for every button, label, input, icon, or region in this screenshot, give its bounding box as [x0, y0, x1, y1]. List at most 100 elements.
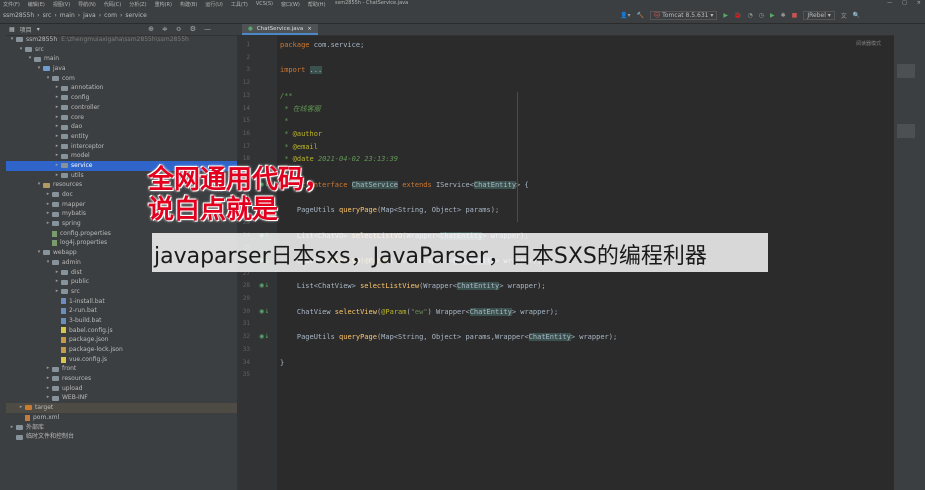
chevron-right-icon[interactable]: ▸ [44, 384, 52, 394]
chevron-right-icon[interactable]: ▸ [44, 200, 52, 210]
tree-item[interactable]: 3-build.bat [6, 316, 237, 326]
debug-icon[interactable]: 🐞 [734, 12, 741, 19]
menu-item[interactable]: 运行(U) [205, 1, 223, 8]
user-icon[interactable]: 👤▾ [620, 12, 630, 19]
profile-icon[interactable]: ◷ [759, 12, 764, 19]
implemented-icon[interactable]: ◉↓ [259, 308, 269, 315]
chevron-right-icon[interactable]: ▸ [44, 190, 52, 200]
chevron-down-icon[interactable]: ▾ [35, 248, 43, 258]
chevron-right-icon[interactable]: ▸ [8, 423, 16, 433]
menu-item[interactable]: 视图(V) [53, 1, 70, 8]
minimize-window-icon[interactable]: — [887, 0, 892, 6]
breadcrumb-item[interactable]: service [125, 12, 147, 19]
tree-item[interactable]: package.json [6, 335, 237, 345]
chevron-right-icon[interactable]: ▸ [53, 83, 61, 93]
chevron-right-icon[interactable]: ▸ [53, 142, 61, 152]
close-icon[interactable]: × [307, 26, 312, 32]
database-icon[interactable] [897, 124, 915, 138]
implemented-icon[interactable]: ◉↓ [259, 333, 269, 340]
tab-chatservice[interactable]: ● ChatService.java × [242, 24, 318, 35]
project-panel-title[interactable]: 项目 [20, 25, 32, 34]
tree-item[interactable]: ▸ controller [6, 103, 237, 113]
chevron-right-icon[interactable]: ▸ [53, 171, 61, 181]
chevron-right-icon[interactable]: ▸ [53, 122, 61, 132]
menu-item[interactable]: 文件(F) [3, 1, 20, 8]
menu-item[interactable]: 帮助(H) [308, 1, 326, 8]
menu-item[interactable]: VCS(S) [256, 1, 273, 7]
tree-item[interactable]: ▾ com [6, 74, 237, 84]
collapse-icon[interactable]: ≑ [162, 25, 168, 33]
chevron-right-icon[interactable]: ▸ [53, 132, 61, 142]
chevron-down-icon[interactable]: ▾ [8, 35, 16, 45]
tree-item[interactable]: ▸ WEB-INF [6, 393, 237, 403]
chevron-down-icon[interactable]: ▾ [35, 180, 43, 190]
tree-item[interactable]: ▸ interceptor [6, 142, 237, 152]
tree-item[interactable]: ▸ front [6, 364, 237, 374]
menu-item[interactable]: 构建(B) [180, 1, 197, 8]
breadcrumb-item[interactable]: java [83, 12, 96, 19]
chevron-right-icon[interactable]: ▸ [53, 113, 61, 123]
minimize-icon[interactable]: — [204, 25, 211, 33]
reader-mode-hint[interactable]: 阅读器模式 [856, 40, 881, 47]
tree-item[interactable]: ▸ core [6, 113, 237, 123]
tree-item[interactable]: pom.xml [6, 413, 237, 423]
tree-item[interactable]: ▸ config [6, 93, 237, 103]
tree-item[interactable]: ▸ dao [6, 122, 237, 132]
chevron-right-icon[interactable]: ▸ [44, 374, 52, 384]
tree-item[interactable]: ▸ target [6, 403, 237, 413]
tree-item[interactable]: ▸ public [6, 277, 237, 287]
maven-icon[interactable] [897, 64, 915, 78]
menu-item[interactable]: 重构(R) [155, 1, 172, 8]
menu-item[interactable]: 代码(C) [104, 1, 121, 8]
search-icon[interactable]: 🔍 [853, 12, 860, 19]
run-icon[interactable]: ▶ [723, 12, 728, 19]
menu-item[interactable]: 编辑(E) [28, 1, 45, 8]
chevron-right-icon[interactable]: ▸ [44, 209, 52, 219]
chevron-down-icon[interactable]: ▾ [44, 74, 52, 84]
tree-item[interactable]: 1-install.bat [6, 297, 237, 307]
chevron-right-icon[interactable]: ▸ [53, 287, 61, 297]
chevron-right-icon[interactable]: ▸ [53, 151, 61, 161]
run-config-select[interactable]: 🐱 Tomcat 8.5.631 ▾ [649, 11, 718, 20]
breadcrumb-item[interactable]: ssm2855h [3, 12, 34, 19]
gear-icon[interactable]: ⚙ [190, 25, 196, 33]
close-window-icon[interactable]: × [917, 0, 921, 6]
chevron-right-icon[interactable]: ▸ [53, 103, 61, 113]
chevron-down-icon[interactable]: ▾ [17, 45, 25, 55]
menu-item[interactable]: 窗口(W) [281, 1, 300, 8]
tree-item[interactable]: ▸ upload [6, 384, 237, 394]
chevron-right-icon[interactable]: ▸ [44, 364, 52, 374]
rebel-debug-icon[interactable]: ✱ [781, 12, 786, 19]
expand-icon[interactable]: ≎ [176, 25, 182, 33]
tree-item[interactable]: 临时文件和控制台 [6, 432, 237, 442]
chevron-right-icon[interactable]: ▸ [53, 268, 61, 278]
chevron-down-icon[interactable]: ▾ [37, 26, 40, 33]
menu-item[interactable]: 分析(Z) [129, 1, 146, 8]
chevron-down-icon[interactable]: ▾ [35, 64, 43, 74]
tree-item[interactable]: package-lock.json [6, 345, 237, 355]
chevron-right-icon[interactable]: ▸ [44, 393, 52, 403]
jrebel-select[interactable]: JRebel ▾ [803, 11, 835, 20]
tree-item[interactable]: ▸ resources [6, 374, 237, 384]
maximize-window-icon[interactable]: □ [902, 0, 907, 6]
tree-item[interactable]: ▸ src [6, 287, 237, 297]
locate-icon[interactable]: ⊕ [148, 25, 154, 33]
chevron-down-icon[interactable]: ▾ [26, 54, 34, 64]
breadcrumb-item[interactable]: main [60, 12, 75, 19]
tree-item[interactable]: babel.config.js [6, 326, 237, 336]
chevron-right-icon[interactable]: ▸ [17, 403, 25, 413]
chevron-right-icon[interactable]: ▸ [53, 277, 61, 287]
tree-item[interactable]: vue.config.js [6, 355, 237, 365]
chevron-right-icon[interactable]: ▸ [53, 161, 61, 171]
stop-icon[interactable]: ■ [792, 12, 798, 19]
implemented-icon[interactable]: ◉↓ [259, 282, 269, 289]
chevron-down-icon[interactable]: ▾ [44, 258, 52, 268]
tree-item[interactable]: ▸ annotation [6, 83, 237, 93]
coverage-icon[interactable]: ◔ [748, 12, 753, 19]
translate-icon[interactable]: 文 [841, 11, 847, 20]
breadcrumb-item[interactable]: src [43, 12, 52, 19]
menu-item[interactable]: 工具(T) [231, 1, 248, 8]
tree-item[interactable]: ▾ ssm2855h E:\zhengmuiaxigaha\ssm2855h\ssm… [6, 35, 237, 45]
tree-item[interactable]: ▾ main [6, 54, 237, 64]
tree-item[interactable]: 2-run.bat [6, 306, 237, 316]
